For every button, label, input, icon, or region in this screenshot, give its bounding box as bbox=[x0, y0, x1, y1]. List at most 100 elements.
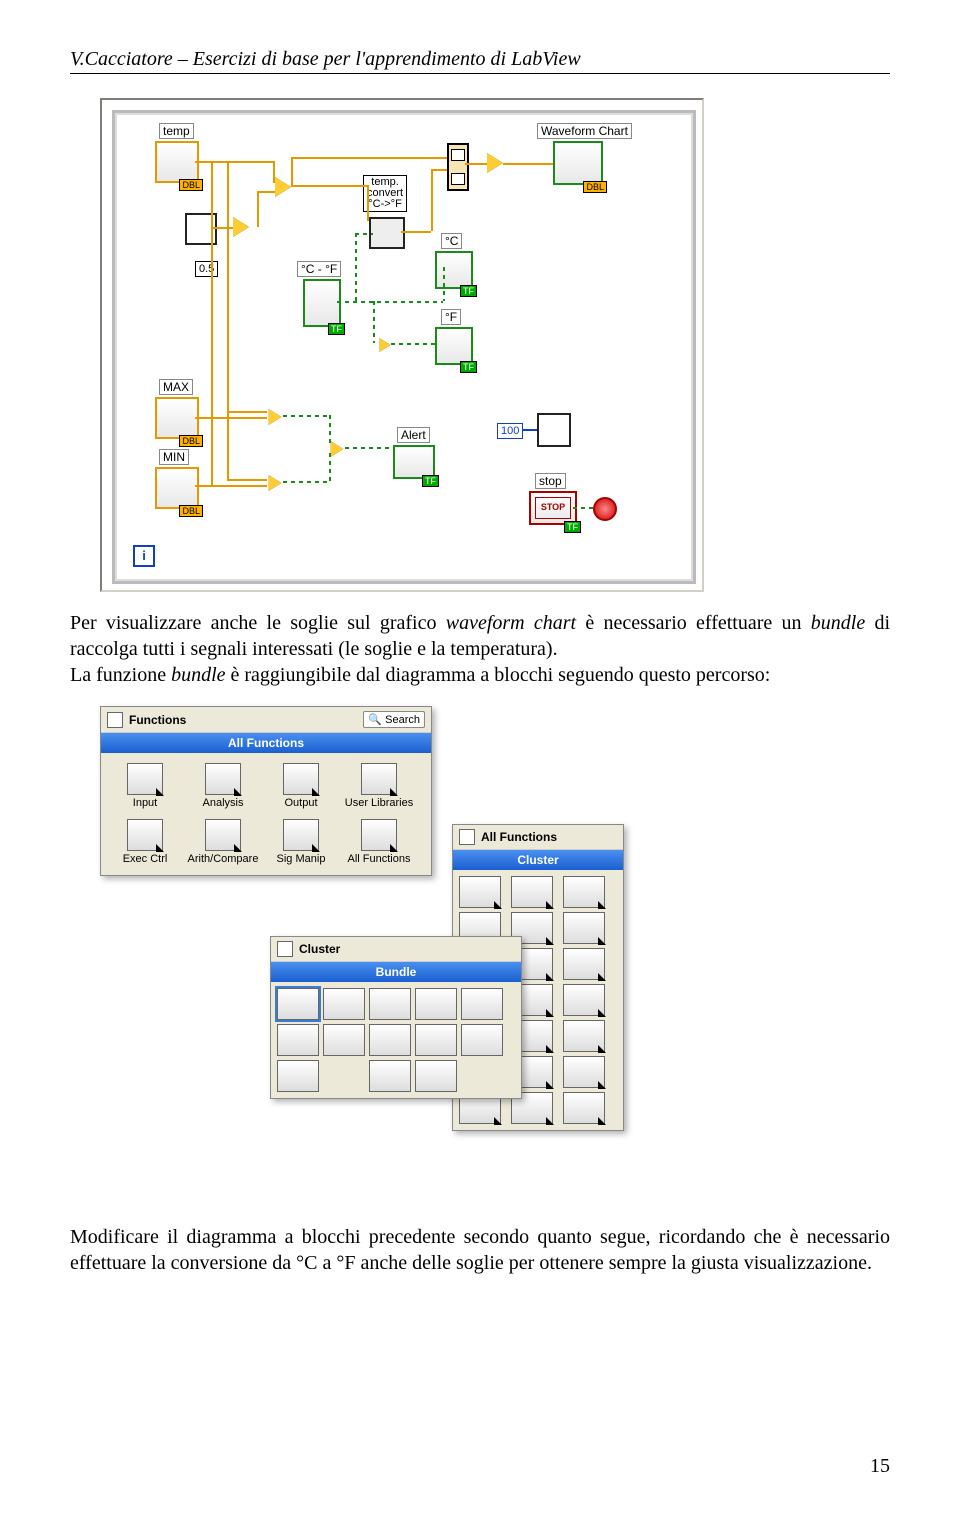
wire bbox=[227, 479, 267, 481]
type-dbl-4: DBL bbox=[179, 505, 203, 517]
wire bbox=[337, 301, 443, 303]
palette-header: All Functions bbox=[453, 825, 623, 850]
p1-it2: bundle bbox=[811, 612, 865, 634]
cluster-func-icon[interactable] bbox=[461, 988, 503, 1020]
palette-grid bbox=[271, 982, 521, 1098]
cluster-func-icon[interactable] bbox=[415, 1024, 457, 1056]
cluster-func-icon[interactable] bbox=[461, 1024, 503, 1056]
subpalette-icon[interactable] bbox=[563, 912, 605, 944]
loop-i-terminal: i bbox=[133, 545, 155, 567]
subpalette-icon[interactable] bbox=[563, 984, 605, 1016]
palette-item-all-functions[interactable]: All Functions bbox=[341, 815, 417, 869]
palette-item-output[interactable]: Output bbox=[263, 759, 339, 813]
node-degC: TF bbox=[435, 251, 473, 289]
label-alert: Alert bbox=[397, 427, 430, 443]
subpalette-icon[interactable] bbox=[563, 948, 605, 980]
or-node bbox=[331, 441, 344, 457]
cluster-func-icon[interactable] bbox=[277, 1060, 319, 1092]
wire bbox=[291, 157, 447, 159]
labview-block-diagram: temp DBL Waveform Chart DBL 0.5 temp. co bbox=[100, 98, 704, 592]
node-stop: STOP TF bbox=[529, 491, 577, 525]
wire bbox=[291, 157, 293, 185]
label-max: MAX bbox=[159, 379, 193, 395]
subpalette-icon[interactable] bbox=[459, 876, 501, 908]
cluster-func-icon[interactable] bbox=[415, 988, 457, 1020]
wire bbox=[373, 301, 375, 343]
palette-item-exec-ctrl[interactable]: Exec Ctrl bbox=[107, 815, 183, 869]
palette-bar-cluster[interactable]: Cluster bbox=[453, 850, 623, 870]
node-temp: DBL bbox=[155, 141, 199, 183]
pushpin-icon[interactable] bbox=[277, 941, 293, 957]
p2-a: La funzione bbox=[70, 664, 171, 686]
subpalette-icon[interactable] bbox=[563, 1092, 605, 1124]
type-dbl-3: DBL bbox=[179, 435, 203, 447]
paragraph-3: Modificare il diagramma a blocchi preced… bbox=[70, 1224, 890, 1276]
palette-item-arith-compare[interactable]: Arith/Compare bbox=[185, 815, 261, 869]
cluster-func-icon[interactable] bbox=[369, 1024, 411, 1056]
palette-title: All Functions bbox=[481, 830, 557, 844]
node-degF: TF bbox=[435, 327, 473, 365]
palette-cluster: Cluster Bundle bbox=[270, 936, 522, 1099]
input-icon bbox=[127, 763, 163, 795]
label-stop: stop bbox=[535, 473, 566, 489]
p1-a: Per visualizzare anche le soglie sul gra… bbox=[70, 612, 446, 634]
wire bbox=[291, 185, 367, 187]
wire bbox=[355, 233, 373, 235]
wire bbox=[431, 169, 447, 171]
palette-item-input[interactable]: Input bbox=[107, 759, 183, 813]
bundle-icon[interactable] bbox=[277, 988, 319, 1020]
cluster-func-icon[interactable] bbox=[369, 988, 411, 1020]
cluster-func-icon[interactable] bbox=[415, 1060, 457, 1092]
cluster-func-icon[interactable] bbox=[369, 1060, 411, 1092]
wire bbox=[257, 191, 275, 193]
node-min: DBL bbox=[155, 467, 199, 509]
node-max: DBL bbox=[155, 397, 199, 439]
cluster-func-icon[interactable] bbox=[277, 1024, 319, 1056]
wire bbox=[443, 267, 445, 301]
wire bbox=[329, 415, 331, 443]
node-waveform-chart: DBL bbox=[553, 141, 603, 185]
loop-stop-terminal bbox=[593, 497, 617, 521]
const-0-5: 0.5 bbox=[195, 261, 218, 277]
wire bbox=[573, 507, 593, 509]
type-tf-2: TF bbox=[460, 285, 477, 297]
type-tf-1: TF bbox=[328, 323, 345, 335]
pushpin-icon[interactable] bbox=[107, 712, 123, 728]
arith-compare-icon bbox=[205, 819, 241, 851]
palette-grid: Input Analysis Output User Libraries Exe… bbox=[101, 753, 431, 875]
palette-title: Cluster bbox=[299, 942, 340, 956]
add-node bbox=[275, 177, 291, 197]
p2-b: è raggiungibile dal diagramma a blocchi … bbox=[226, 664, 771, 686]
subpalette-icon[interactable] bbox=[563, 876, 605, 908]
user-libraries-icon bbox=[361, 763, 397, 795]
search-box[interactable]: 🔍 Search bbox=[363, 711, 425, 728]
stop-text: STOP bbox=[535, 497, 571, 519]
subpalette-icon[interactable] bbox=[563, 1020, 605, 1052]
palette-bar-all-functions[interactable]: All Functions bbox=[101, 733, 431, 753]
subpalette-icon[interactable] bbox=[511, 876, 553, 908]
p2-it1: bundle bbox=[171, 664, 225, 686]
cluster-func-icon[interactable] bbox=[323, 1024, 365, 1056]
wire bbox=[283, 415, 329, 417]
analysis-icon bbox=[205, 763, 241, 795]
unbundle-icon[interactable] bbox=[323, 988, 365, 1020]
palette-header: Cluster bbox=[271, 937, 521, 962]
wait-ms-node bbox=[537, 413, 571, 447]
wire bbox=[227, 411, 267, 413]
wire bbox=[273, 161, 275, 183]
subtract-node bbox=[233, 217, 249, 237]
const-100: 100 bbox=[497, 423, 523, 439]
p1-it1: waveform chart bbox=[446, 612, 576, 634]
wire bbox=[213, 227, 233, 229]
wire bbox=[391, 343, 435, 345]
palette-item-sig-manip[interactable]: Sig Manip bbox=[263, 815, 339, 869]
palette-bar-bundle[interactable]: Bundle bbox=[271, 962, 521, 982]
pushpin-icon[interactable] bbox=[459, 829, 475, 845]
type-dbl: DBL bbox=[179, 179, 203, 191]
wire bbox=[283, 481, 329, 483]
palette-item-user-libraries[interactable]: User Libraries bbox=[341, 759, 417, 813]
subpalette-icon[interactable] bbox=[563, 1056, 605, 1088]
wire bbox=[523, 429, 537, 431]
palette-item-analysis[interactable]: Analysis bbox=[185, 759, 261, 813]
exec-ctrl-icon bbox=[127, 819, 163, 851]
